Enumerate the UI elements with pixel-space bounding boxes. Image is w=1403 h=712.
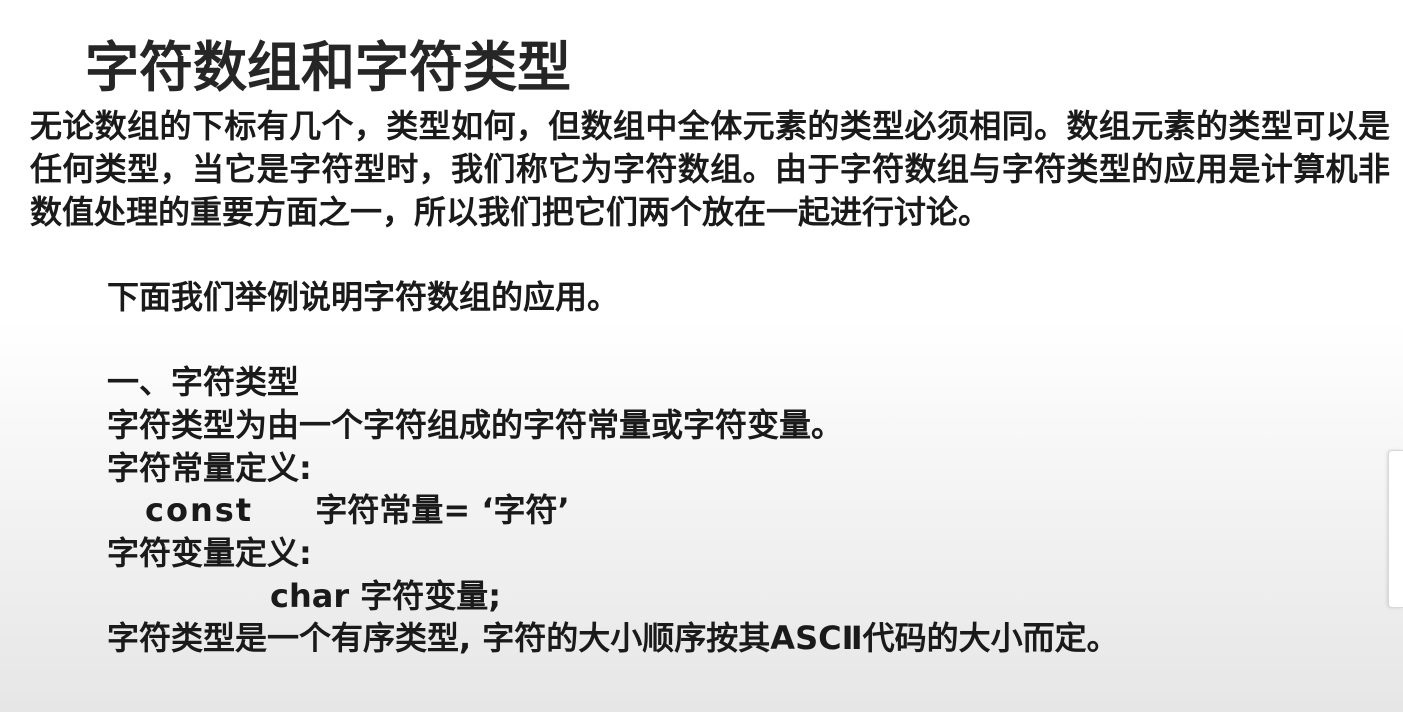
example-line: 下面我们举例说明字符数组的应用。 [107, 278, 620, 316]
slide-title: 字符数组和字符类型 [85, 36, 571, 99]
var-definition-code: char 字符变量; [270, 577, 502, 615]
const-definition-code: const 字符常量= ‘字符’ [145, 489, 570, 532]
slide: 字符数组和字符类型 无论数组的下标有几个，类型如何，但数组中全体元素的类型必须相… [0, 0, 1403, 712]
section-heading: 一、字符类型 [107, 363, 300, 401]
side-panel-tab[interactable] [1388, 450, 1403, 608]
var-definition-label: 字符变量定义: [107, 534, 312, 572]
ordinal-note: 字符类型是一个有序类型, 字符的大小顺序按其ASCⅡ代码的大小而定。 [107, 619, 1119, 657]
const-keyword: const [145, 491, 254, 529]
intro-paragraph: 无论数组的下标有几个，类型如何，但数组中全体元素的类型必须相同。数组元素的类型可… [30, 107, 1390, 231]
const-definition-rest: 字符常量= ‘字符’ [315, 491, 570, 529]
char-type-description: 字符类型为由一个字符组成的字符常量或字符变量。 [107, 406, 844, 444]
const-definition-label: 字符常量定义: [107, 449, 312, 487]
